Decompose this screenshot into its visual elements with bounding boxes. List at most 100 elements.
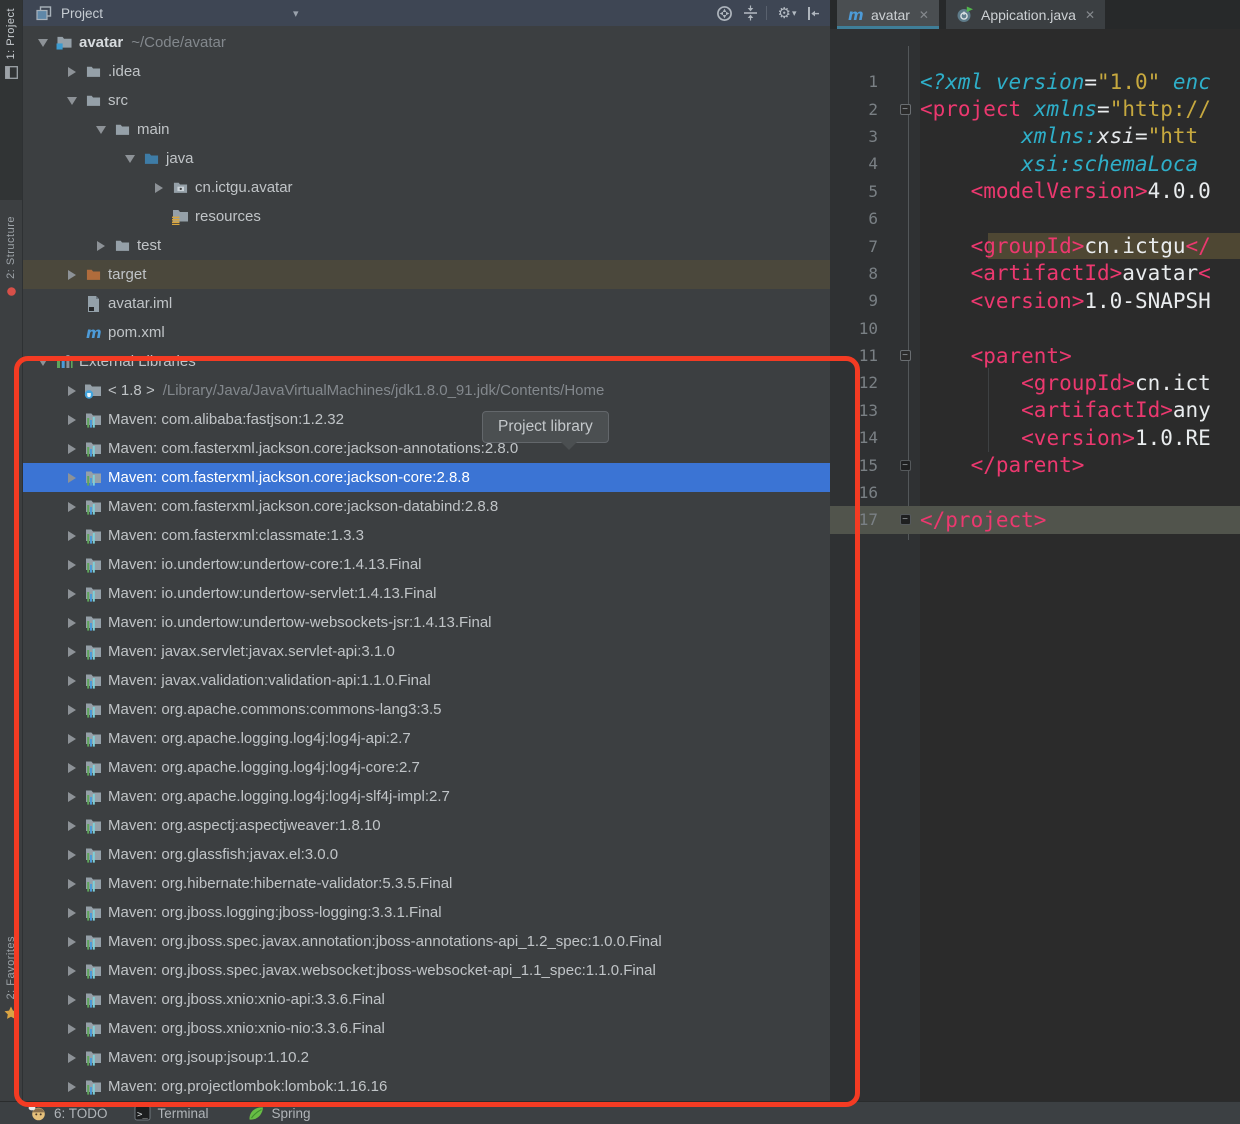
tree-item[interactable]: cn.ictgu.avatar xyxy=(23,173,830,202)
tree-item[interactable]: Maven: io.undertow:undertow-servlet:1.4.… xyxy=(23,579,830,608)
activity-item-structure[interactable]: 2: Structure xyxy=(0,208,22,408)
tree-item[interactable]: main xyxy=(23,115,830,144)
tree-item[interactable]: Maven: org.jboss.spec.javax.annotation:j… xyxy=(23,927,830,956)
tree-item[interactable]: Maven: com.fasterxml.jackson.core:jackso… xyxy=(23,463,830,492)
locate-button[interactable] xyxy=(713,2,735,24)
tree-item[interactable]: Maven: org.jboss.logging:jboss-logging:3… xyxy=(23,898,830,927)
tree-item[interactable]: Maven: com.fasterxml.jackson.core:jackso… xyxy=(23,492,830,521)
tree-item[interactable]: .idea xyxy=(23,57,830,86)
tree-item[interactable]: Maven: io.undertow:undertow-core:1.4.13.… xyxy=(23,550,830,579)
code-text: <parent> xyxy=(920,344,1072,368)
statusbar-item-label: Terminal xyxy=(158,1106,209,1121)
tree-item[interactable]: target xyxy=(23,260,830,289)
tree-item[interactable]: Maven: com.fasterxml:classmate:1.3.3 xyxy=(23,521,830,550)
tree-item[interactable]: Maven: org.apache.logging.log4j:log4j-co… xyxy=(23,753,830,782)
library-icon xyxy=(85,499,102,515)
fold-marker-icon[interactable]: − xyxy=(890,460,920,471)
tree-item[interactable]: Maven: org.jboss.spec.javax.websocket:jb… xyxy=(23,956,830,985)
statusbar-item-terminal[interactable]: >_Terminal xyxy=(134,1105,209,1121)
chevron-expanded-icon[interactable] xyxy=(31,358,54,366)
library-icon xyxy=(85,557,102,573)
hide-panel-button[interactable] xyxy=(802,2,824,24)
chevron-collapsed-icon[interactable] xyxy=(60,531,83,541)
chevron-collapsed-icon[interactable] xyxy=(60,676,83,686)
tree-item[interactable]: Maven: org.jsoup:jsoup:1.10.2 xyxy=(23,1043,830,1072)
chevron-collapsed-icon[interactable] xyxy=(60,589,83,599)
tree-item[interactable]: Maven: org.hibernate:hibernate-validator… xyxy=(23,869,830,898)
tree-item[interactable]: Maven: io.undertow:undertow-websockets-j… xyxy=(23,608,830,637)
chevron-collapsed-icon[interactable] xyxy=(147,183,170,193)
close-icon[interactable]: ✕ xyxy=(1085,8,1095,22)
chevron-expanded-icon[interactable] xyxy=(31,39,54,47)
tree-item[interactable]: avatar.iml xyxy=(23,289,830,318)
chevron-collapsed-icon[interactable] xyxy=(60,966,83,976)
tree-item[interactable]: Maven: org.projectlombok:lombok:1.16.16 xyxy=(23,1072,830,1101)
fold-marker-icon[interactable]: − xyxy=(890,514,920,525)
fold-marker-icon[interactable]: − xyxy=(890,104,920,115)
chevron-collapsed-icon[interactable] xyxy=(60,560,83,570)
close-icon[interactable]: ✕ xyxy=(919,8,929,22)
chevron-collapsed-icon[interactable] xyxy=(60,937,83,947)
activity-item-favorites[interactable]: 2: Favorites xyxy=(0,928,22,1088)
chevron-collapsed-icon[interactable] xyxy=(60,1053,83,1063)
tree-item[interactable]: Maven: org.jboss.xnio:xnio-api:3.3.6.Fin… xyxy=(23,985,830,1014)
chevron-expanded-icon[interactable] xyxy=(89,126,112,134)
project-tree[interactable]: avatar~/Code/avatar.ideasrcmainjavacn.ic… xyxy=(23,26,830,1102)
tree-item[interactable]: Maven: org.glassfish:javax.el:3.0.0 xyxy=(23,840,830,869)
editor[interactable]: mavatar✕Appication.java✕ 1<?xml version=… xyxy=(830,0,1240,1102)
chevron-collapsed-icon[interactable] xyxy=(60,734,83,744)
chevron-collapsed-icon[interactable] xyxy=(60,879,83,889)
chevron-collapsed-icon[interactable] xyxy=(60,995,83,1005)
statusbar-item-spring[interactable]: Spring xyxy=(247,1105,311,1122)
chevron-collapsed-icon[interactable] xyxy=(60,270,83,280)
tree-item[interactable]: Maven: javax.validation:validation-api:1… xyxy=(23,666,830,695)
tree-item[interactable]: test xyxy=(23,231,830,260)
chevron-collapsed-icon[interactable] xyxy=(60,908,83,918)
tree-item[interactable]: Maven: org.jboss.xnio:xnio-nio:3.3.6.Fin… xyxy=(23,1014,830,1043)
tree-item[interactable]: External Libraries xyxy=(23,347,830,376)
tree-item[interactable]: mpom.xml xyxy=(23,318,830,347)
chevron-collapsed-icon[interactable] xyxy=(60,705,83,715)
tree-item[interactable]: Maven: org.apache.commons:commons-lang3:… xyxy=(23,695,830,724)
tree-item[interactable]: java xyxy=(23,144,830,173)
chevron-collapsed-icon[interactable] xyxy=(60,386,83,396)
editor-tab-appication-java[interactable]: Appication.java✕ xyxy=(946,0,1105,29)
tree-item[interactable]: Maven: org.aspectj:aspectjweaver:1.8.10 xyxy=(23,811,830,840)
chevron-collapsed-icon[interactable] xyxy=(60,1024,83,1034)
tree-item[interactable]: Maven: javax.servlet:javax.servlet-api:3… xyxy=(23,637,830,666)
activity-item-project[interactable]: 1: Project xyxy=(0,0,22,200)
chevron-down-icon[interactable]: ▾ xyxy=(293,7,299,20)
chevron-collapsed-icon[interactable] xyxy=(60,67,83,77)
collapse-all-button[interactable] xyxy=(739,2,761,24)
chevron-collapsed-icon[interactable] xyxy=(60,821,83,831)
tree-item[interactable]: Maven: com.fasterxml.jackson.core:jackso… xyxy=(23,434,830,463)
settings-button[interactable]: ⚙▾ xyxy=(776,2,798,24)
gear-icon: ⚙ xyxy=(778,6,791,21)
chevron-expanded-icon[interactable] xyxy=(60,97,83,105)
chevron-collapsed-icon[interactable] xyxy=(89,241,112,251)
tree-item[interactable]: avatar~/Code/avatar xyxy=(23,28,830,57)
chevron-expanded-icon[interactable] xyxy=(118,155,141,163)
chevron-collapsed-icon[interactable] xyxy=(60,444,83,454)
statusbar-item-todo[interactable]: 6: TODO xyxy=(28,1105,108,1121)
chevron-collapsed-icon[interactable] xyxy=(60,850,83,860)
chevron-collapsed-icon[interactable] xyxy=(60,1082,83,1092)
chevron-collapsed-icon[interactable] xyxy=(60,792,83,802)
chevron-collapsed-icon[interactable] xyxy=(60,647,83,657)
tree-item[interactable]: resources xyxy=(23,202,830,231)
tree-item[interactable]: < 1.8 >/Library/Java/JavaVirtualMachines… xyxy=(23,376,830,405)
tree-item[interactable]: Maven: org.apache.logging.log4j:log4j-sl… xyxy=(23,782,830,811)
tree-item[interactable]: src xyxy=(23,86,830,115)
tree-item[interactable]: Maven: com.alibaba:fastjson:1.2.32 xyxy=(23,405,830,434)
chevron-collapsed-icon[interactable] xyxy=(60,618,83,628)
chevron-collapsed-icon[interactable] xyxy=(60,473,83,483)
chevron-collapsed-icon[interactable] xyxy=(60,763,83,773)
fold-marker-icon[interactable]: − xyxy=(890,350,920,361)
editor-tab-avatar[interactable]: mavatar✕ xyxy=(837,0,939,29)
tree-item[interactable]: Maven: org.apache.logging.log4j:log4j-ap… xyxy=(23,724,830,753)
editor-code-area[interactable]: 1<?xml version="1.0" enc2−<project xmlns… xyxy=(830,68,1240,534)
chevron-collapsed-icon[interactable] xyxy=(60,415,83,425)
code-text: <groupId>cn.ict xyxy=(920,371,1211,395)
library-icon xyxy=(85,441,102,457)
chevron-collapsed-icon[interactable] xyxy=(60,502,83,512)
